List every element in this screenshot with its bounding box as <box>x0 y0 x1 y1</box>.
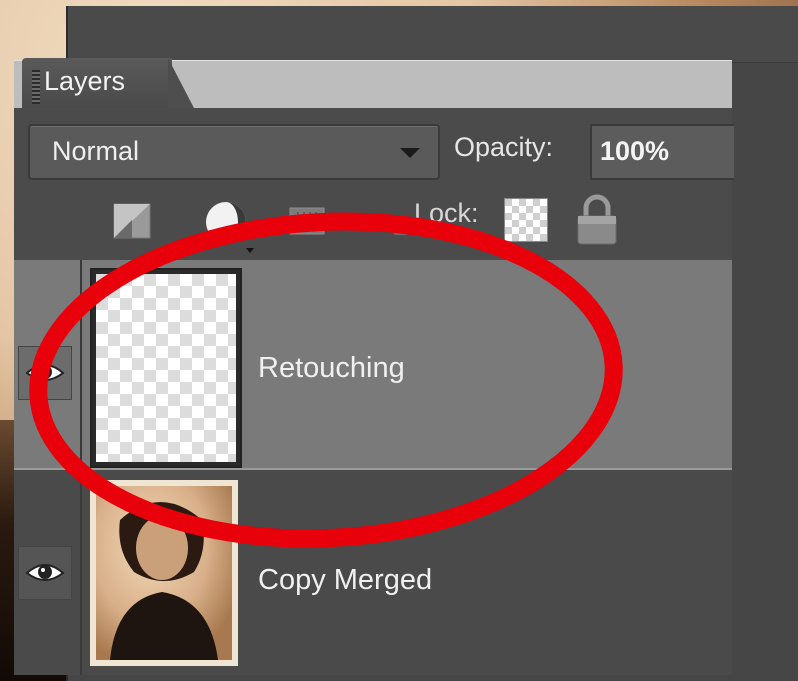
delete-layer-icon[interactable] <box>386 200 416 242</box>
opacity-label: Opacity: <box>454 132 554 162</box>
row-divider <box>80 260 82 468</box>
layer-thumbnail[interactable] <box>90 480 238 666</box>
transparent-thumbnail <box>96 274 236 462</box>
layer-row[interactable]: Copy Merged <box>14 470 732 675</box>
opacity-value: 100% <box>600 136 670 166</box>
lock-icon[interactable] <box>574 192 620 248</box>
row-divider <box>80 470 82 675</box>
window-titlebar <box>68 6 798 63</box>
visibility-toggle[interactable] <box>18 346 72 400</box>
eye-icon <box>25 564 65 581</box>
opacity-input[interactable]: 100% <box>590 124 734 180</box>
layer-mask-icon[interactable] <box>288 200 328 242</box>
blend-mode-select[interactable]: Normal <box>28 124 440 180</box>
layer-thumbnail[interactable] <box>90 268 242 468</box>
layer-row[interactable]: Retouching <box>14 260 732 468</box>
tab-layers-edge <box>168 58 194 108</box>
blend-mode-value: Normal <box>52 136 140 166</box>
lock-label: Lock: <box>414 198 479 228</box>
adjustment-layer-icon[interactable] <box>200 196 260 256</box>
new-layer-icon[interactable] <box>112 200 154 242</box>
layers-list: Retouching Copy Merged <box>14 260 732 675</box>
layer-name[interactable]: Copy Merged <box>258 564 432 597</box>
eye-icon <box>25 364 65 381</box>
tab-layers-label: Layers <box>44 66 126 96</box>
portrait-photo-thumbnail <box>96 486 232 660</box>
layer-name[interactable]: Retouching <box>258 352 405 385</box>
grip-icon[interactable] <box>32 70 40 104</box>
lock-transparency-icon[interactable] <box>504 198 548 242</box>
visibility-toggle[interactable] <box>18 546 72 600</box>
chevron-down-icon <box>400 148 420 158</box>
